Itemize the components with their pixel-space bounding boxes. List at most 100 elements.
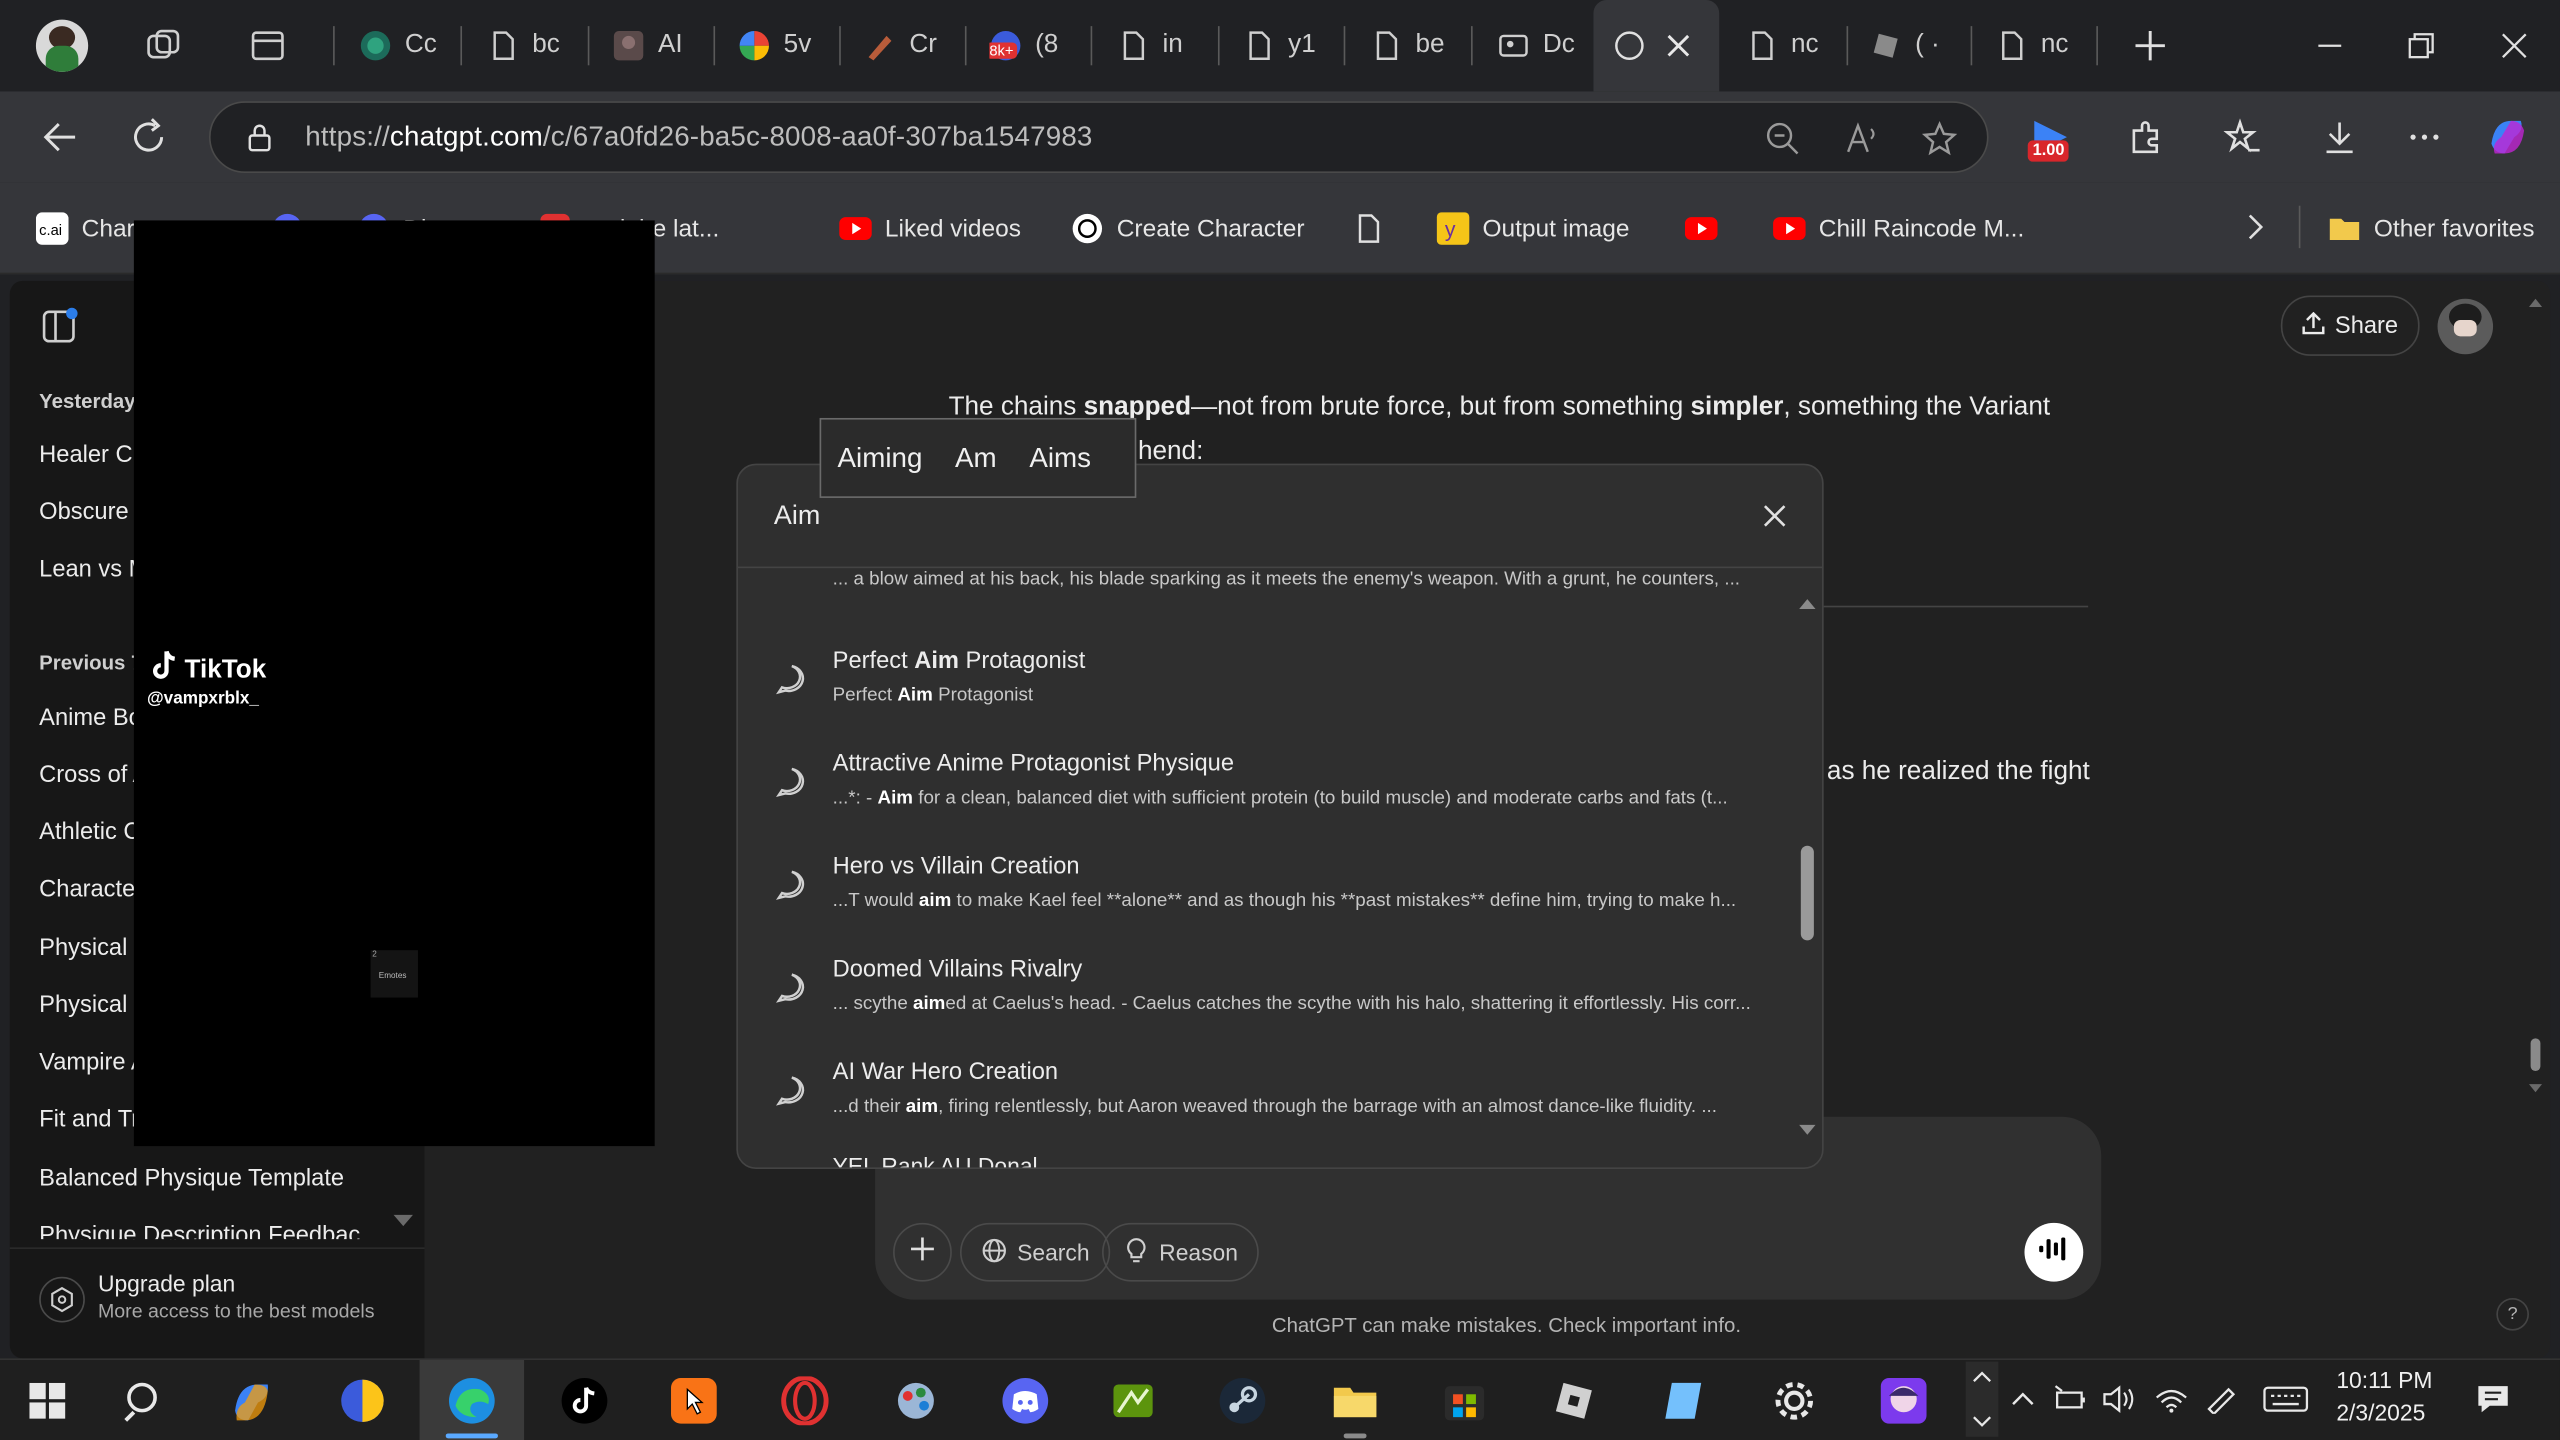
notifications-icon[interactable]	[2475, 1381, 2511, 1417]
minimize-icon[interactable]	[2312, 28, 2348, 64]
favorites-icon[interactable]	[2223, 118, 2263, 157]
app-blue-icon[interactable]	[1651, 1368, 1716, 1433]
suggestion-aiming[interactable]: Aiming	[821, 442, 938, 475]
steam-taskbar-icon[interactable]	[1210, 1368, 1275, 1433]
search-result-partial[interactable]: YEL Rank AU Donal...	[833, 1153, 1057, 1168]
restore-icon[interactable]	[2403, 28, 2439, 64]
tab-8[interactable]: be	[1370, 13, 1461, 78]
sidebar-item[interactable]: Balanced Physique Template	[39, 1166, 344, 1192]
other-favorites[interactable]: Other favorites	[2328, 209, 2534, 248]
clock[interactable]: 10:11 PM 2/3/2025	[2336, 1367, 2444, 1432]
address-bar[interactable]: https://chatgpt.com/c/67a0fd26-ba5c-8008…	[208, 101, 1989, 174]
roblox-taskbar-icon[interactable]	[1541, 1368, 1606, 1433]
read-aloud-icon[interactable]	[1843, 121, 1879, 157]
sidebar-item[interactable]: Character	[39, 877, 143, 903]
copilot-icon[interactable]	[2485, 114, 2531, 160]
sidebar-item[interactable]: Physique Description Feedbac	[39, 1223, 360, 1239]
page-scrollbar[interactable]	[2527, 294, 2543, 1094]
zoom-icon[interactable]	[1765, 121, 1801, 157]
upgrade-plan[interactable]: Upgrade plan More access to the best mod…	[39, 1267, 415, 1332]
tab-active-chatgpt[interactable]: '	[1593, 0, 1720, 92]
bookmark-output-image[interactable]: y Output image	[1436, 209, 1629, 248]
tab-7[interactable]: y1	[1242, 13, 1333, 78]
site-info-icon[interactable]	[243, 121, 276, 154]
reason-button[interactable]: Reason	[1102, 1222, 1260, 1282]
search-result[interactable]: AI War Hero Creation ...d their aim, fir…	[738, 1040, 1799, 1143]
more-menu-icon[interactable]	[2405, 118, 2444, 157]
search-result[interactable]: Doomed Villains Rivalry ... scythe aimed…	[738, 937, 1799, 1040]
tab-3[interactable]: 5v	[738, 13, 829, 78]
user-avatar[interactable]	[2437, 298, 2494, 355]
sidebar-scroll-down-icon[interactable]	[393, 1207, 414, 1227]
app-sphere-icon[interactable]	[330, 1368, 395, 1433]
app-avatar-icon[interactable]	[1871, 1368, 1936, 1433]
sidebar-item[interactable]: Healer Ch	[39, 442, 146, 468]
pen-icon[interactable]	[2204, 1384, 2240, 1416]
app-paint-icon[interactable]	[883, 1368, 948, 1433]
tab-actions-icon[interactable]	[248, 26, 287, 65]
search-result[interactable]: Perfect Aim Protagonist Perfect Aim Prot…	[738, 629, 1799, 732]
wifi-icon[interactable]	[2153, 1384, 2189, 1413]
back-icon[interactable]	[39, 116, 81, 158]
tab-12[interactable]: ( ·	[1869, 13, 1960, 78]
sidebar-item[interactable]: Cross of A	[39, 762, 148, 788]
tab-4[interactable]: Cr	[864, 13, 955, 78]
profile-avatar[interactable]	[35, 19, 89, 72]
tab-6[interactable]: in	[1117, 13, 1208, 78]
close-tab-icon[interactable]	[1662, 29, 1695, 62]
bookmark-chill-raincode[interactable]: Chill Raincode M...	[1773, 209, 2024, 248]
tray-overflow-icon[interactable]	[2008, 1384, 2037, 1413]
bookmark-6[interactable]	[1352, 209, 1398, 248]
search-result[interactable]: Attractive Anime Protagonist Physique ..…	[738, 731, 1799, 834]
new-tab-icon[interactable]	[2132, 28, 2168, 64]
extension-flag-icon[interactable]: 1.00	[2024, 114, 2076, 166]
discord-taskbar-icon[interactable]	[993, 1368, 1058, 1433]
bookmark-8[interactable]	[1684, 209, 1731, 248]
copilot-taskbar-icon[interactable]	[219, 1368, 284, 1433]
settings-taskbar-icon[interactable]	[1762, 1368, 1827, 1433]
store-taskbar-icon[interactable]	[1432, 1368, 1497, 1433]
search-button[interactable]: Search	[959, 1222, 1111, 1282]
opera-taskbar-icon[interactable]	[772, 1368, 837, 1433]
edge-taskbar-icon[interactable]	[439, 1368, 504, 1433]
tab-11[interactable]: nc	[1745, 13, 1836, 78]
tab-0[interactable]: Cc	[359, 13, 450, 78]
keyboard-icon[interactable]	[2263, 1384, 2309, 1413]
downloads-icon[interactable]	[2320, 118, 2359, 157]
battery-icon[interactable]	[2052, 1384, 2088, 1413]
start-button[interactable]	[15, 1368, 80, 1433]
sidebar-item[interactable]: Athletic C	[39, 820, 140, 846]
sidebar-item[interactable]: Fit and Tri	[39, 1107, 144, 1133]
app-green-icon[interactable]	[1100, 1368, 1165, 1433]
taskbar-scroll-arrows[interactable]	[1965, 1361, 1999, 1437]
search-chats-input[interactable]: Aim	[774, 501, 820, 532]
sidebar-item[interactable]: Vampire A	[39, 1050, 146, 1076]
bookmarks-overflow-icon[interactable]	[2238, 211, 2271, 244]
sidebar-item[interactable]: Obscure L	[39, 500, 148, 526]
bookmark-0[interactable]: c.ai Chara	[35, 209, 148, 248]
refresh-icon[interactable]	[127, 116, 169, 158]
search-taskbar-icon[interactable]	[113, 1368, 178, 1433]
suggestion-aims[interactable]: Aims	[1013, 442, 1107, 475]
app-orange-icon[interactable]	[661, 1368, 726, 1433]
tiktok-video-overlay[interactable]: TikTok @vampxrblx_ 2 Emotes	[133, 220, 655, 1147]
tab-5[interactable]: 8k+ (8	[989, 13, 1080, 78]
bookmark-liked-videos[interactable]: Liked videos	[839, 209, 1021, 248]
file-explorer-icon[interactable]	[1322, 1368, 1387, 1433]
help-button[interactable]: ?	[2496, 1297, 2529, 1331]
tab-13[interactable]: nc	[1995, 13, 2086, 78]
extensions-icon[interactable]	[2127, 118, 2166, 157]
sidebar-item[interactable]: Lean vs M	[39, 557, 148, 583]
search-result[interactable]: Hero vs Villain Creation ...T would aim …	[738, 834, 1799, 937]
bookmark-create-character[interactable]: Create Character	[1071, 209, 1305, 248]
close-modal-icon[interactable]	[1760, 501, 1789, 530]
tab-1[interactable]: bc	[487, 13, 578, 78]
close-window-icon[interactable]	[2496, 28, 2532, 64]
modal-scrollbar[interactable]	[1796, 593, 1819, 1148]
favorite-star-icon[interactable]	[1921, 121, 1958, 157]
tiktok-taskbar-icon[interactable]	[552, 1368, 617, 1433]
voice-mode-button[interactable]	[2024, 1222, 2084, 1282]
volume-icon[interactable]	[2101, 1384, 2137, 1413]
sidebar-item[interactable]: Anime Bo	[39, 705, 142, 731]
attach-button[interactable]	[893, 1222, 952, 1282]
